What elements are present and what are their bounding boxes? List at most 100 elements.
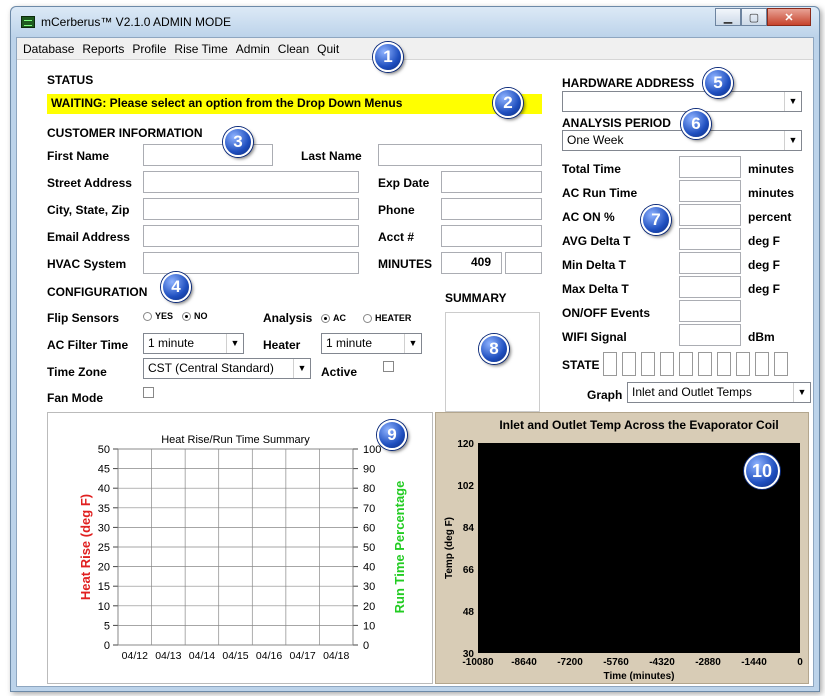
ac-run-time-label: AC Run Time bbox=[562, 186, 638, 200]
x-tick-label: -10080 bbox=[462, 657, 494, 668]
y-tick-label: 15 bbox=[98, 581, 110, 593]
y-tick-label: 20 bbox=[98, 562, 110, 574]
flip-no-label: NO bbox=[194, 311, 208, 321]
ac-on-pct-field[interactable] bbox=[679, 204, 741, 226]
last-name-field[interactable] bbox=[378, 144, 542, 166]
ac-filter-time-select[interactable]: 1 minute ▼ bbox=[143, 333, 244, 354]
y2-tick-label: 30 bbox=[363, 581, 375, 593]
menu-rise-time[interactable]: Rise Time bbox=[170, 38, 231, 60]
fan-mode-checkbox[interactable] bbox=[143, 387, 154, 398]
exp-date-label: Exp Date bbox=[378, 176, 430, 190]
hvac-system-field[interactable] bbox=[143, 252, 359, 274]
y-axis-label: Temp (deg F) bbox=[444, 517, 455, 579]
y2-tick-label: 50 bbox=[363, 542, 375, 554]
hardware-address-select[interactable]: ▼ bbox=[562, 91, 802, 112]
y-tick-label: 102 bbox=[457, 481, 474, 492]
window-title: mCerberus™ V2.1.0 ADMIN MODE bbox=[41, 15, 232, 29]
minutes-extra-field[interactable] bbox=[505, 252, 542, 274]
graph-label: Graph bbox=[587, 388, 623, 402]
city-state-zip-field[interactable] bbox=[143, 198, 359, 220]
chart-title: Inlet and Outlet Temp Across the Evapora… bbox=[499, 418, 778, 432]
acct-label: Acct # bbox=[378, 230, 415, 244]
radio-on-icon bbox=[182, 311, 191, 321]
flip-no-radio[interactable]: NO bbox=[182, 311, 208, 321]
y2-tick-label: 80 bbox=[363, 483, 375, 495]
y-tick-label: 35 bbox=[98, 503, 110, 515]
analysis-period-header: ANALYSIS PERIOD bbox=[562, 116, 671, 130]
exp-date-field[interactable] bbox=[441, 171, 542, 193]
menu-profile[interactable]: Profile bbox=[128, 38, 170, 60]
time-zone-value: CST (Central Standard) bbox=[148, 361, 274, 375]
analysis-ac-radio[interactable]: AC bbox=[321, 313, 346, 323]
chart-title: Heat Rise/Run Time Summary bbox=[161, 434, 310, 446]
y-tick-label: 120 bbox=[457, 439, 474, 450]
x-tick-label: 04/14 bbox=[189, 650, 215, 662]
callout-3: 3 bbox=[223, 127, 253, 157]
x-tick-label: 04/16 bbox=[256, 650, 282, 662]
x-tick-label: 04/17 bbox=[290, 650, 316, 662]
heater-select[interactable]: 1 minute ▼ bbox=[321, 333, 422, 354]
x-tick-label: -8640 bbox=[511, 657, 537, 668]
wifi-signal-field[interactable] bbox=[679, 324, 741, 346]
close-button[interactable]: ✕ bbox=[767, 8, 811, 26]
callout-2: 2 bbox=[493, 88, 523, 118]
chevron-down-icon: ▼ bbox=[793, 383, 810, 402]
heat-rise-chart-svg: Heat Rise/Run Time Summary 0 5 10 15 20 25 30 35… bbox=[78, 434, 407, 662]
hvac-system-label: HVAC System bbox=[47, 257, 127, 271]
y2-tick-label: 10 bbox=[363, 620, 375, 632]
ac-on-pct-unit: percent bbox=[748, 210, 792, 224]
chevron-down-icon: ▼ bbox=[226, 334, 243, 353]
minutes-label: MINUTES bbox=[378, 257, 432, 271]
title-bar[interactable]: mCerberus™ V2.1.0 ADMIN MODE ▁ ▢ ✕ bbox=[11, 7, 819, 37]
on-off-events-field[interactable] bbox=[679, 300, 741, 322]
callout-1: 1 bbox=[373, 42, 403, 72]
graph-select[interactable]: Inlet and Outlet Temps ▼ bbox=[627, 382, 811, 403]
analysis-heater-radio[interactable]: HEATER bbox=[363, 313, 411, 323]
phone-field[interactable] bbox=[441, 198, 542, 220]
ac-run-time-field[interactable] bbox=[679, 180, 741, 202]
time-zone-select[interactable]: CST (Central Standard) ▼ bbox=[143, 358, 311, 379]
menu-admin[interactable]: Admin bbox=[232, 38, 274, 60]
maximize-button[interactable]: ▢ bbox=[741, 8, 767, 26]
y2-tick-label: 0 bbox=[363, 640, 369, 652]
menu-database[interactable]: Database bbox=[19, 38, 78, 60]
max-delta-t-field[interactable] bbox=[679, 276, 741, 298]
callout-6: 6 bbox=[681, 109, 711, 139]
graph-value: Inlet and Outlet Temps bbox=[632, 385, 752, 399]
menu-clean[interactable]: Clean bbox=[274, 38, 313, 60]
x-tick-label: -5760 bbox=[603, 657, 629, 668]
city-state-zip-label: City, State, Zip bbox=[47, 203, 130, 217]
minimize-button[interactable]: ▁ bbox=[715, 8, 741, 26]
avg-delta-t-field[interactable] bbox=[679, 228, 741, 250]
email-address-field[interactable] bbox=[143, 225, 359, 247]
analysis-period-select[interactable]: One Week ▼ bbox=[562, 130, 802, 151]
analysis-label: Analysis bbox=[263, 311, 313, 325]
analysis-period-value: One Week bbox=[567, 133, 624, 147]
menu-reports[interactable]: Reports bbox=[78, 38, 128, 60]
x-tick-label: 04/15 bbox=[222, 650, 248, 662]
minutes-field[interactable]: 409 bbox=[441, 252, 502, 274]
street-address-field[interactable] bbox=[143, 171, 359, 193]
max-delta-t-label: Max Delta T bbox=[562, 282, 629, 296]
main-panel: Database Reports Profile Rise Time Admin… bbox=[16, 37, 814, 687]
y-axis-label: Heat Rise (deg F) bbox=[78, 494, 93, 600]
y2-tick-label: 60 bbox=[363, 522, 375, 534]
y-tick-label: 10 bbox=[98, 601, 110, 613]
heat-rise-chart: Heat Rise/Run Time Summary 0 5 10 15 20 25 30 35… bbox=[47, 412, 433, 684]
y2-tick-label: 70 bbox=[363, 503, 375, 515]
flip-yes-radio[interactable]: YES bbox=[143, 311, 173, 321]
x-axis-label: Time (minutes) bbox=[604, 671, 675, 682]
acct-field[interactable] bbox=[441, 225, 542, 247]
app-window: mCerberus™ V2.1.0 ADMIN MODE ▁ ▢ ✕ Datab… bbox=[10, 6, 820, 692]
total-time-field[interactable] bbox=[679, 156, 741, 178]
flip-yes-label: YES bbox=[155, 311, 174, 321]
min-delta-t-label: Min Delta T bbox=[562, 258, 627, 272]
menu-quit[interactable]: Quit bbox=[313, 38, 343, 60]
first-name-field[interactable] bbox=[143, 144, 273, 166]
max-delta-t-unit: deg F bbox=[748, 282, 780, 296]
status-message: WAITING: Please select an option from th… bbox=[47, 94, 542, 114]
min-delta-t-field[interactable] bbox=[679, 252, 741, 274]
y2-axis-label: Run Time Percentage bbox=[392, 481, 407, 614]
time-zone-label: Time Zone bbox=[47, 365, 107, 379]
active-checkbox[interactable] bbox=[383, 361, 394, 372]
